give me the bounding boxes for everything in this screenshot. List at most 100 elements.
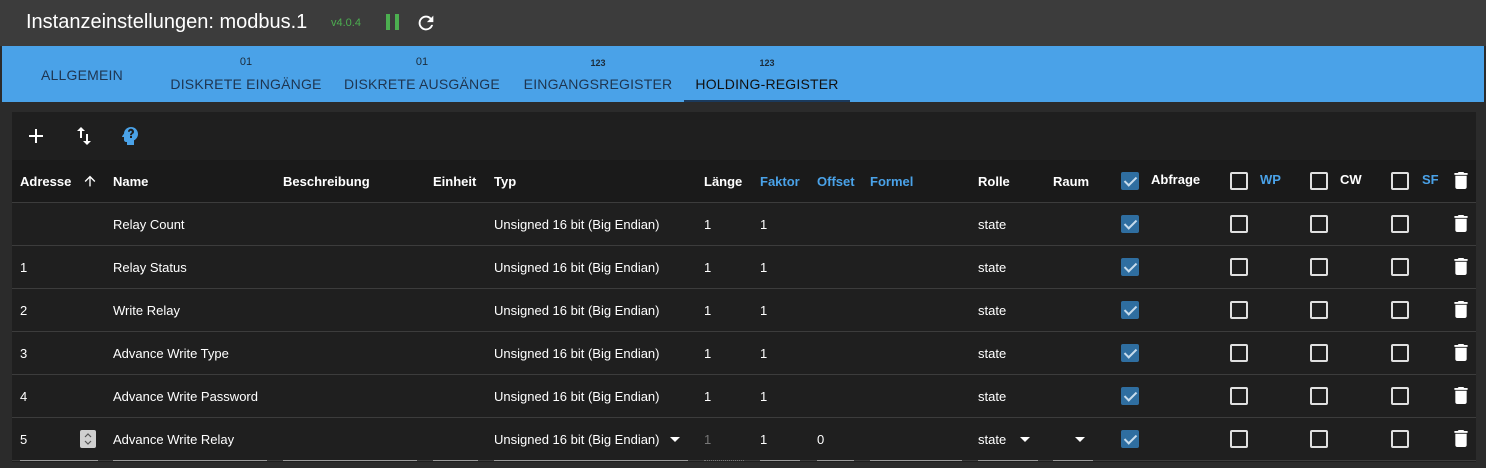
cell-name: Relay Status — [113, 260, 187, 275]
sf-checkbox[interactable] — [1391, 387, 1409, 405]
factor-value: 1 — [760, 432, 768, 447]
column-header-type[interactable]: Typ — [494, 174, 516, 189]
active-tab-indicator — [684, 100, 850, 102]
column-header-sf[interactable]: SF — [1422, 172, 1439, 187]
column-header-factor[interactable]: Faktor — [760, 174, 800, 189]
select-all-wp-checkbox[interactable] — [1230, 172, 1248, 190]
head-icon[interactable] — [118, 124, 142, 148]
cw-checkbox[interactable] — [1310, 430, 1328, 448]
cw-checkbox[interactable] — [1310, 301, 1328, 319]
cell-role: state — [978, 346, 1007, 361]
poll-checkbox[interactable] — [1121, 387, 1139, 405]
tab-badge: 123 — [590, 58, 606, 68]
arrow-up-icon — [84, 175, 96, 187]
cell-role: state — [978, 260, 1007, 275]
table-row[interactable]: 2 Write Relay Unsigned 16 bit (Big Endian)… — [12, 289, 1476, 332]
address-input[interactable]: 5 — [20, 418, 98, 461]
select-all-sf-checkbox[interactable] — [1391, 172, 1409, 190]
room-select[interactable] — [1053, 418, 1093, 461]
poll-checkbox[interactable] — [1121, 258, 1139, 276]
column-header-room[interactable]: Raum — [1053, 174, 1089, 189]
role-select[interactable]: state — [978, 418, 1038, 461]
refresh-icon[interactable] — [415, 12, 437, 34]
column-header-length[interactable]: Länge — [704, 174, 742, 189]
trash-icon[interactable] — [1454, 430, 1468, 447]
cw-checkbox[interactable] — [1310, 344, 1328, 362]
cell-type: Unsigned 16 bit (Big Endian) — [494, 346, 660, 361]
column-header-formula[interactable]: Formel — [870, 174, 913, 189]
table-row[interactable]: 1 Relay Status Unsigned 16 bit (Big Endian… — [12, 246, 1476, 289]
chevron-down-icon — [1075, 437, 1085, 442]
trash-icon[interactable] — [1454, 215, 1468, 232]
sf-checkbox[interactable] — [1391, 344, 1409, 362]
wp-checkbox[interactable] — [1230, 215, 1248, 233]
column-header-role[interactable]: Rolle — [978, 174, 1010, 189]
offset-value: 0 — [817, 432, 825, 447]
select-all-poll-checkbox[interactable] — [1121, 172, 1139, 190]
sf-checkbox[interactable] — [1391, 430, 1409, 448]
cell-factor: 1 — [760, 217, 768, 232]
wp-checkbox[interactable] — [1230, 387, 1248, 405]
cell-address: 3 — [20, 346, 28, 361]
trash-icon[interactable] — [1454, 301, 1468, 318]
cw-checkbox[interactable] — [1310, 258, 1328, 276]
column-header-wp[interactable]: WP — [1260, 172, 1281, 187]
address-value: 5 — [20, 432, 28, 447]
column-header-unit[interactable]: Einheit — [433, 174, 476, 189]
column-header-cw[interactable]: CW — [1340, 172, 1362, 187]
cell-type: Unsigned 16 bit (Big Endian) — [494, 303, 660, 318]
tab-diskrete-eingaenge[interactable]: 01 DISKRETE EINGÄNGE — [162, 46, 330, 102]
factor-input[interactable]: 1 — [760, 418, 800, 461]
cell-length: 1 — [704, 217, 712, 232]
tab-eingangsregister[interactable]: 123 EINGANGSREGISTER — [516, 46, 680, 102]
trash-icon[interactable] — [1454, 172, 1468, 189]
sf-checkbox[interactable] — [1391, 301, 1409, 319]
tab-diskrete-ausgaenge[interactable]: 01 DISKRETE AUSGÄNGE — [338, 46, 506, 102]
trash-icon[interactable] — [1454, 387, 1468, 404]
table-row[interactable]: 3 Advance Write Type Unsigned 16 bit (Big … — [12, 332, 1476, 375]
column-header-poll[interactable]: Abfrage — [1151, 172, 1200, 187]
column-header-offset[interactable]: Offset — [817, 174, 855, 189]
chevron-down-icon — [1020, 437, 1030, 442]
tab-allgemein[interactable]: ALLGEMEIN — [22, 46, 142, 102]
wp-checkbox[interactable] — [1230, 301, 1248, 319]
cell-role: state — [978, 389, 1007, 404]
sf-checkbox[interactable] — [1391, 258, 1409, 276]
version-label: v4.0.4 — [331, 17, 361, 29]
unit-input[interactable] — [433, 418, 478, 461]
wp-checkbox[interactable] — [1230, 258, 1248, 276]
poll-checkbox[interactable] — [1121, 215, 1139, 233]
description-input[interactable] — [283, 418, 417, 461]
pause-icon[interactable] — [386, 14, 400, 30]
wp-checkbox[interactable] — [1230, 430, 1248, 448]
swap-vertical-icon[interactable] — [72, 124, 96, 148]
select-all-cw-checkbox[interactable] — [1310, 172, 1328, 190]
sf-checkbox[interactable] — [1391, 215, 1409, 233]
cell-address: 4 — [20, 389, 28, 404]
cell-type: Unsigned 16 bit (Big Endian) — [494, 389, 660, 404]
offset-input[interactable]: 0 — [817, 418, 854, 461]
type-select[interactable]: Unsigned 16 bit (Big Endian) — [494, 418, 688, 461]
type-value: Unsigned 16 bit (Big Endian) — [494, 432, 660, 447]
table-row[interactable]: 4 Advance Write Password Unsigned 16 bit (… — [12, 375, 1476, 418]
formula-input[interactable] — [870, 418, 962, 461]
title-bar: Instanzeinstellungen: modbus.1 v4.0.4 — [0, 0, 1486, 46]
table-row[interactable]: Relay Count Unsigned 16 bit (Big Endian) 1… — [12, 203, 1476, 246]
chevron-down-icon — [670, 437, 680, 442]
trash-icon[interactable] — [1454, 344, 1468, 361]
name-input[interactable]: Advance Write Relay — [113, 418, 267, 461]
cw-checkbox[interactable] — [1310, 387, 1328, 405]
trash-icon[interactable] — [1454, 258, 1468, 275]
column-header-description[interactable]: Beschreibung — [283, 174, 370, 189]
tab-badge: 01 — [415, 56, 429, 68]
column-header-address[interactable]: Adresse — [20, 174, 96, 189]
poll-checkbox[interactable] — [1121, 430, 1139, 448]
poll-checkbox[interactable] — [1121, 344, 1139, 362]
tab-holding-register[interactable]: 123 HOLDING-REGISTER — [684, 46, 850, 102]
cw-checkbox[interactable] — [1310, 215, 1328, 233]
number-stepper[interactable] — [80, 430, 96, 448]
wp-checkbox[interactable] — [1230, 344, 1248, 362]
poll-checkbox[interactable] — [1121, 301, 1139, 319]
column-header-name[interactable]: Name — [113, 174, 148, 189]
plus-icon[interactable] — [24, 124, 48, 148]
